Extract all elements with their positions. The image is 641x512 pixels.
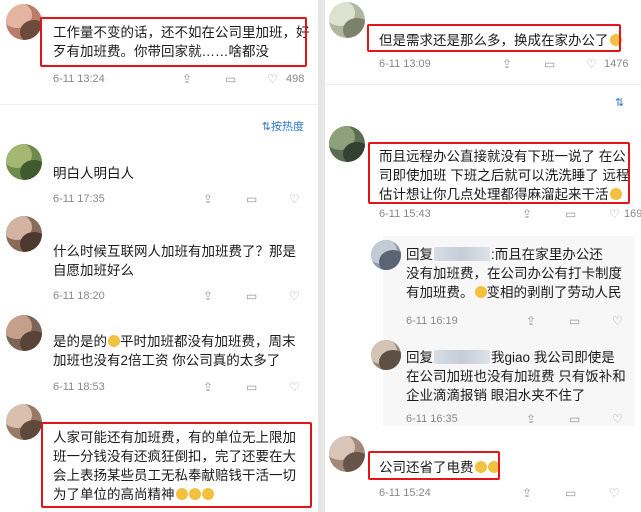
comment-text: 明白人明白人 [53, 166, 134, 181]
comment-date: 6-11 15:24 [379, 487, 431, 499]
reply-text: 回复:而且在家里办公还 没有加班费，在公司办公有打卡制度 有加班费。 变相的剥削了… [406, 247, 622, 300]
highlight-box [368, 451, 500, 480]
comment-meta: 6-11 17:35 ⇪ ▭ ♡ [53, 192, 308, 208]
comment-icon[interactable]: ▭ [246, 192, 257, 206]
comment-meta: 6-11 18:20 ⇪ ▭ ♡ [53, 289, 308, 305]
avatar[interactable] [6, 4, 42, 40]
like-icon[interactable]: ♡ [609, 207, 620, 221]
comment-item: 明白人明白人 6-11 17:35 ⇪ ▭ ♡ [0, 142, 318, 212]
right-comment-panel: 但是需求还是那么多，换成在家办公了 6-11 13:09 ⇪ ▭ ♡ 1476 … [325, 0, 641, 512]
like-icon[interactable]: ♡ [609, 486, 620, 500]
share-icon[interactable]: ⇪ [526, 412, 536, 426]
avatar[interactable] [6, 315, 42, 351]
comment-meta: 6-11 15:24 ⇪ ▭ ♡ [379, 486, 631, 502]
comment-icon[interactable]: ▭ [565, 486, 576, 500]
comment-date: 6-11 16:19 [406, 315, 458, 327]
avatar[interactable] [6, 404, 42, 440]
share-icon[interactable]: ⇪ [526, 314, 536, 328]
reply-item: 回复:而且在家里办公还 没有加班费，在公司办公有打卡制度 有加班费。 变相的剥削了… [325, 240, 641, 332]
blurred-username [434, 350, 490, 364]
comment-date: 6-11 15:43 [379, 208, 431, 220]
like-icon[interactable]: ♡ [267, 72, 278, 86]
comment-date: 6-11 18:20 [53, 290, 105, 302]
comment-icon[interactable]: ▭ [246, 289, 257, 303]
emoji-icon [108, 335, 120, 347]
share-icon[interactable]: ⇪ [203, 192, 213, 206]
comment-date: 6-11 17:35 [53, 193, 105, 205]
comment-meta: 6-11 13:09 ⇪ ▭ ♡ 1476 [379, 57, 631, 73]
comment-icon[interactable]: ▭ [565, 207, 576, 221]
comment-item: 是的是的 平时加班都没有加班费，周末 加班也没有2倍工资 你公司真的太多了 6-1… [0, 311, 318, 406]
highlight-box [368, 142, 630, 204]
blurred-username [434, 247, 490, 261]
divider [325, 84, 641, 85]
comment-text: 是的是的 平时加班都没有加班费，周末 加班也没有2倍工资 你公司真的太多了 [53, 334, 296, 368]
like-count: 498 [286, 73, 305, 85]
comment-icon[interactable]: ▭ [569, 314, 580, 328]
sort-icon[interactable]: ⇅ [615, 96, 624, 109]
like-icon[interactable]: ♡ [289, 192, 300, 206]
share-icon[interactable]: ⇪ [203, 289, 213, 303]
divider [0, 104, 318, 105]
reply-text: 回复 我giao 我公司即使是 在公司加班也没有加班费 只有饭补和 企业滴滴报销 … [406, 350, 626, 403]
comment-date: 6-11 13:09 [379, 58, 431, 70]
like-icon[interactable]: ♡ [586, 57, 597, 71]
avatar[interactable] [371, 240, 401, 270]
comment-text: 什么时候互联网人加班有加班费了？那是 自愿加班好么 [53, 244, 296, 278]
reply-item: 回复 我giao 我公司即使是 在公司加班也没有加班费 只有饭补和 企业滴滴报销 … [325, 332, 641, 426]
highlight-box [41, 422, 312, 508]
sort-bar: ⇅按热度 [0, 115, 318, 137]
sort-icon: ⇅ [261, 121, 271, 133]
comment-date: 6-11 16:35 [406, 413, 458, 425]
like-icon[interactable]: ♡ [289, 380, 300, 394]
comment-icon[interactable]: ▭ [544, 57, 555, 71]
left-comment-panel: 工作量不变的话，还不如在公司里加班，好 歹有加班费。你带回家就……啥都没 6-1… [0, 0, 318, 512]
highlight-box [40, 17, 307, 67]
comment-item: 人家可能还有加班费，有的单位无上限加 班一分钱没有还疯狂倒扣，完了还要在大 会上… [0, 400, 318, 512]
comment-icon[interactable]: ▭ [225, 72, 236, 86]
share-icon[interactable]: ⇪ [522, 486, 532, 500]
share-icon[interactable]: ⇪ [502, 57, 512, 71]
comment-icon[interactable]: ▭ [246, 380, 257, 394]
comment-item: 工作量不变的话，还不如在公司里加班，好 歹有加班费。你带回家就……啥都没 6-1… [0, 0, 318, 100]
highlight-box [367, 24, 621, 52]
comment-date: 6-11 13:24 [53, 73, 105, 85]
comment-item: 公司还省了电费 6-11 15:24 ⇪ ▭ ♡ [325, 430, 641, 512]
avatar[interactable] [329, 2, 365, 38]
avatar[interactable] [6, 144, 42, 180]
avatar[interactable] [329, 126, 365, 162]
share-icon[interactable]: ⇪ [203, 380, 213, 394]
emoji-icon [474, 286, 487, 298]
reply-meta: 6-11 16:35 ⇪ ▭ ♡ [406, 412, 631, 428]
like-icon[interactable]: ♡ [612, 314, 623, 328]
comment-item: 而且远程办公直接就没有下班一说了 在公 司即使加班 下班之后就可以洗洗睡了 远程… [325, 118, 641, 228]
like-icon[interactable]: ♡ [289, 289, 300, 303]
comment-icon[interactable]: ▭ [569, 412, 580, 426]
reply-meta: 6-11 16:19 ⇪ ▭ ♡ [406, 314, 631, 330]
comment-meta: 6-11 15:43 ⇪ ▭ ♡ 169 [379, 207, 641, 223]
like-count: 169 [624, 208, 641, 220]
comment-meta: 6-11 18:53 ⇪ ▭ ♡ [53, 380, 308, 396]
sort-by-hot-button[interactable]: ⇅按热度 [262, 118, 304, 134]
comment-item: 但是需求还是那么多，换成在家办公了 6-11 13:09 ⇪ ▭ ♡ 1476 [325, 0, 641, 80]
share-icon[interactable]: ⇪ [522, 207, 532, 221]
comment-date: 6-11 18:53 [53, 381, 105, 393]
like-icon[interactable]: ♡ [612, 412, 623, 426]
share-icon[interactable]: ⇪ [182, 72, 192, 86]
comment-item: 什么时候互联网人加班有加班费了？那是 自愿加班好么 6-11 18:20 ⇪ ▭… [0, 214, 318, 314]
avatar[interactable] [6, 216, 42, 252]
avatar[interactable] [371, 340, 401, 370]
like-count: 1476 [604, 58, 629, 70]
avatar[interactable] [329, 436, 365, 472]
comment-meta: 6-11 13:24 ⇪ ▭ ♡ 498 [53, 72, 308, 88]
